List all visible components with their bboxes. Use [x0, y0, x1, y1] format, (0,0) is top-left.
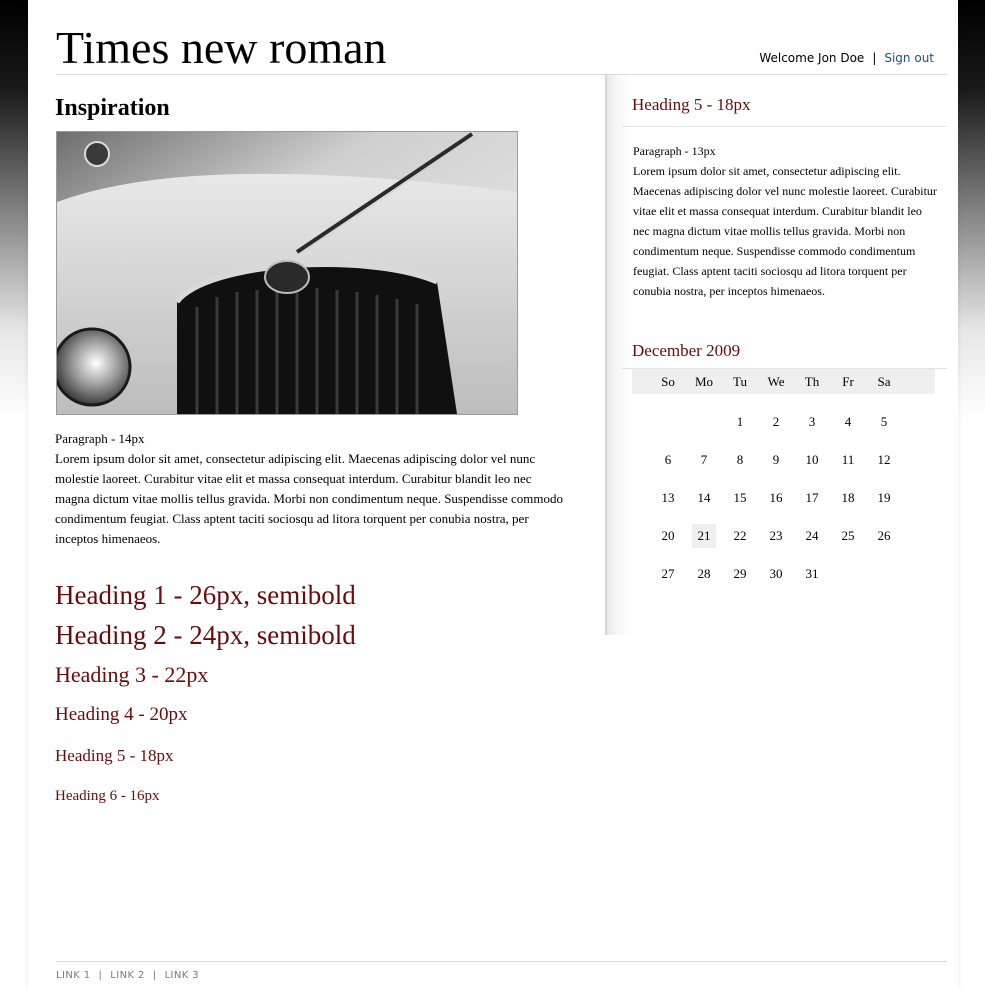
footer-link-3[interactable]: LINK 3 — [165, 970, 200, 981]
calendar-day-today[interactable]: 21 — [692, 524, 716, 548]
calendar-day[interactable]: 13 — [650, 486, 686, 510]
sidebar: Heading 5 - 18px Paragraph - 13px Lorem … — [605, 75, 947, 635]
calendar-day[interactable]: 17 — [794, 486, 830, 510]
heading-5-sample: Heading 5 - 18px — [55, 746, 174, 765]
sign-out-link[interactable]: Sign out — [884, 51, 934, 65]
footer-separator: | — [152, 970, 157, 981]
weekday-label: Mo — [694, 374, 714, 389]
calendar-day[interactable]: 28 — [686, 562, 722, 586]
main-content: Inspiration Paragraph - 14px Lorem ipsum… — [55, 75, 605, 804]
calendar-grid: 1 2 3 4 5 6 7 8 9 10 11 12 13 14 15 16 1… — [632, 410, 935, 600]
column-divider — [605, 75, 607, 635]
sidebar-paragraph: Paragraph - 13px Lorem ipsum dolor sit a… — [633, 141, 939, 301]
user-bar-separator: | — [872, 51, 877, 65]
calendar-day[interactable]: 9 — [758, 448, 794, 472]
main-paragraph-text: Lorem ipsum dolor sit amet, consectetur … — [55, 451, 564, 546]
sidebar-paragraph-text: Lorem ipsum dolor sit amet, consectetur … — [633, 164, 937, 298]
weekday-label: Tu — [733, 374, 747, 389]
welcome-text: Welcome Jon Doe — [759, 51, 865, 65]
calendar-day[interactable]: 18 — [830, 486, 866, 510]
footer-divider — [56, 961, 947, 962]
calendar-day[interactable]: 30 — [758, 562, 794, 586]
calendar-day[interactable]: 5 — [866, 410, 902, 434]
calendar-week: 27 28 29 30 31 — [650, 562, 935, 600]
calendar-day — [830, 562, 866, 586]
weekday-label: Th — [804, 374, 820, 389]
user-bar: Welcome Jon Doe | Sign out — [759, 51, 934, 65]
car-photo-illustration — [57, 132, 517, 414]
calendar-day[interactable]: 10 — [794, 448, 830, 472]
calendar-day[interactable]: 22 — [722, 524, 758, 548]
calendar-day[interactable]: 2 — [758, 410, 794, 434]
site-title: Times new roman — [56, 22, 387, 73]
heading-1-sample: Heading 1 - 26px, semibold — [55, 580, 356, 610]
calendar-day[interactable]: 14 — [686, 486, 722, 510]
weekday-label: So — [661, 374, 675, 389]
calendar-day[interactable]: 25 — [830, 524, 866, 548]
calendar: So Mo Tu We Th Fr Sa 1 2 3 4 5 6 7 8 9 1… — [632, 369, 935, 600]
calendar-day[interactable]: 6 — [650, 448, 686, 472]
calendar-day — [650, 410, 686, 434]
calendar-day[interactable]: 19 — [866, 486, 902, 510]
calendar-title: December 2009 — [632, 341, 741, 360]
calendar-day[interactable]: 26 — [866, 524, 902, 548]
calendar-day[interactable]: 8 — [722, 448, 758, 472]
calendar-week: 13 14 15 16 17 18 19 — [650, 486, 935, 524]
calendar-day[interactable]: 11 — [830, 448, 866, 472]
calendar-day[interactable]: 23 — [758, 524, 794, 548]
footer-link-1[interactable]: LINK 1 — [56, 970, 91, 981]
calendar-day[interactable]: 20 — [650, 524, 686, 548]
calendar-day[interactable]: 12 — [866, 448, 902, 472]
calendar-day — [866, 562, 902, 586]
heading-6-sample: Heading 6 - 16px — [55, 788, 160, 804]
calendar-day[interactable]: 16 — [758, 486, 794, 510]
weekday-label: We — [767, 374, 785, 389]
heading-4-sample: Heading 4 - 20px — [55, 704, 188, 725]
footer-link-2[interactable]: LINK 2 — [110, 970, 145, 981]
car-photo — [56, 131, 518, 415]
calendar-day[interactable]: 15 — [722, 486, 758, 510]
calendar-day[interactable]: 29 — [722, 562, 758, 586]
calendar-day[interactable]: 27 — [650, 562, 686, 586]
calendar-day[interactable]: 3 — [794, 410, 830, 434]
footer-separator: | — [98, 970, 103, 981]
main-paragraph: Paragraph - 14px Lorem ipsum dolor sit a… — [55, 429, 563, 549]
heading-2-sample: Heading 2 - 24px, semibold — [55, 620, 356, 650]
calendar-week: 6 7 8 9 10 11 12 — [650, 448, 935, 486]
calendar-day[interactable]: 24 — [794, 524, 830, 548]
calendar-day — [686, 410, 722, 434]
sidebar-heading-rule — [622, 126, 947, 127]
calendar-day[interactable]: 4 — [830, 410, 866, 434]
sidebar-paragraph-label: Paragraph - 13px — [633, 144, 716, 158]
calendar-week: 20 21 22 23 24 25 26 — [650, 524, 935, 562]
weekday-label: Sa — [877, 374, 891, 389]
page-container: Times new roman Welcome Jon Doe | Sign out… — [28, 0, 958, 989]
calendar-week: 1 2 3 4 5 — [650, 410, 935, 448]
heading-3-sample: Heading 3 - 22px — [55, 662, 209, 687]
footer-links: LINK 1 | LINK 2 | LINK 3 — [56, 970, 199, 981]
calendar-day[interactable]: 7 — [686, 448, 722, 472]
calendar-day[interactable]: 1 — [722, 410, 758, 434]
main-paragraph-label: Paragraph - 14px — [55, 431, 145, 446]
weekday-label: Fr — [842, 374, 854, 389]
sidebar-heading: Heading 5 - 18px — [632, 95, 751, 114]
calendar-weekday-header: So Mo Tu We Th Fr Sa — [632, 369, 935, 394]
calendar-day[interactable]: 31 — [794, 562, 830, 586]
section-title: Inspiration — [55, 94, 170, 121]
